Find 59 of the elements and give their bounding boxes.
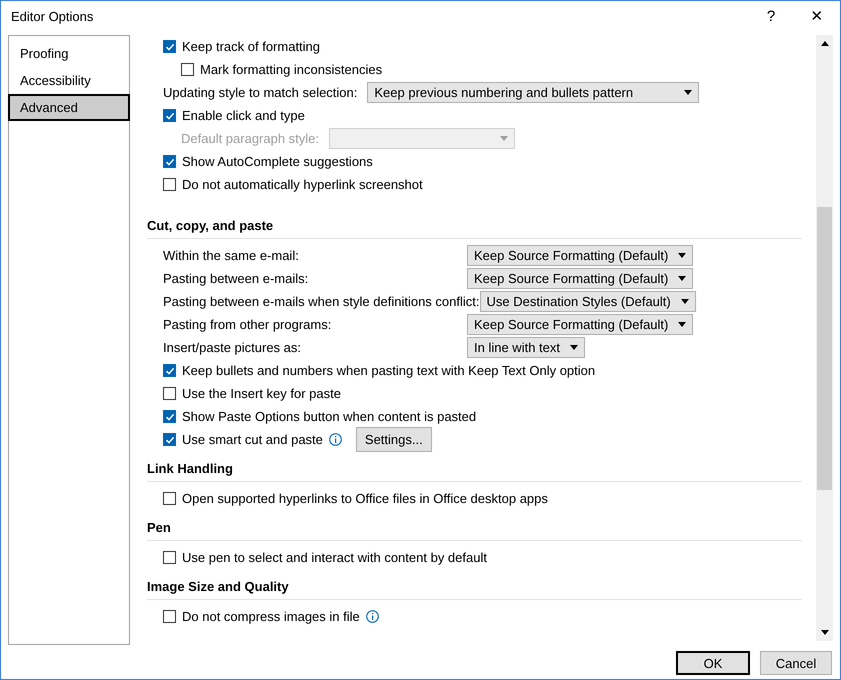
dropdown[interactable]: Keep previous numbering and bullets pattern	[367, 82, 700, 103]
field-label: Default paragraph style:	[181, 131, 320, 146]
checkbox-label: Open supported hyperlinks to Office files in Office desktop apps	[182, 491, 548, 506]
section-heading: Pen	[147, 520, 802, 541]
checkbox-label: Enable click and type	[182, 108, 305, 123]
field-label: Within the same e-mail:	[163, 248, 300, 263]
sidebar-item[interactable]: Advanced	[8, 94, 130, 121]
sidebar-item[interactable]: Accessibility	[8, 67, 130, 94]
checkbox[interactable]	[163, 109, 176, 122]
field-label: Updating style to match selection:	[163, 85, 358, 100]
dropdown[interactable]: Use Destination Styles (Default)	[480, 291, 696, 312]
scrollbar[interactable]	[816, 35, 833, 641]
checkbox-label: Do not automatically hyperlink screenshot	[182, 177, 423, 192]
caret-icon	[680, 299, 689, 304]
checkbox-label: Use the Insert key for paste	[182, 386, 341, 401]
checkbox-label: Show AutoComplete suggestions	[182, 154, 373, 169]
cancel-button[interactable]: Cancel	[760, 651, 832, 675]
caret-icon	[678, 322, 686, 327]
caret-icon	[678, 276, 686, 281]
checkbox-label: Do not compress images in file	[182, 609, 360, 624]
checkbox[interactable]	[163, 492, 176, 505]
checkbox[interactable]	[163, 178, 176, 191]
checkbox[interactable]	[163, 364, 176, 377]
section-heading: Cut, copy, and paste	[147, 218, 802, 239]
checkbox[interactable]	[163, 433, 176, 446]
checkbox[interactable]	[163, 551, 176, 564]
dropdown[interactable]: In line with text	[467, 337, 585, 358]
window-title: Editor Options	[11, 8, 94, 24]
checkbox-label: Use smart cut and paste	[182, 432, 323, 447]
checkbox[interactable]	[163, 155, 176, 168]
checkbox[interactable]	[181, 63, 194, 76]
caret-icon	[684, 90, 692, 95]
checkbox-label: Use pen to select and interact with content by default	[182, 550, 487, 565]
checkbox-label: Keep track of formatting	[182, 39, 320, 54]
checkbox[interactable]	[163, 40, 176, 53]
caret-icon	[570, 345, 578, 350]
section-heading: Link Handling	[147, 461, 802, 482]
field-label: Pasting between e-mails when style definitions conflict:	[163, 294, 480, 309]
caret-icon	[500, 136, 508, 141]
close-button[interactable]: ✕	[794, 2, 840, 30]
ok-button[interactable]: OK	[676, 651, 750, 675]
checkbox[interactable]	[163, 410, 176, 423]
settings-button[interactable]: Settings...	[356, 427, 432, 452]
scrollbar-thumb[interactable]	[817, 207, 832, 490]
dropdown[interactable]: Keep Source Formatting (Default)	[467, 245, 694, 266]
dropdown[interactable]: Keep Source Formatting (Default)	[467, 268, 694, 289]
checkbox-label: Show Paste Options button when content is pasted	[182, 409, 476, 424]
checkbox[interactable]	[163, 610, 176, 623]
sidebar-item[interactable]: Proofing	[8, 40, 130, 67]
help-button[interactable]: ?	[748, 2, 794, 30]
field-label: Pasting from other programs:	[163, 317, 332, 332]
field-label: Insert/paste pictures as:	[163, 340, 302, 355]
field-label: Pasting between e-mails:	[163, 271, 310, 286]
dropdown[interactable]: Keep Source Formatting (Default)	[467, 314, 694, 335]
checkbox-label: Mark formatting inconsistencies	[200, 62, 382, 77]
caret-icon	[678, 253, 686, 258]
checkbox[interactable]	[163, 387, 176, 400]
section-heading: Image Size and Quality	[147, 579, 802, 600]
checkbox-label: Keep bullets and numbers when pasting text with Keep Text Only option	[182, 363, 596, 378]
